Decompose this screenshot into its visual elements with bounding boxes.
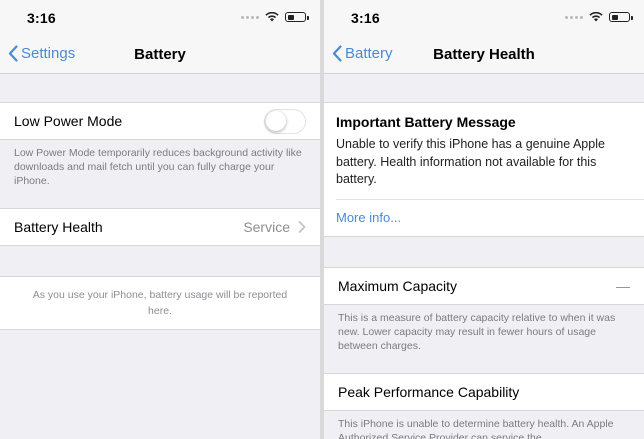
battery-settings-screen: 3:16 Settings Battery Low Power Mode Low…	[0, 0, 320, 439]
status-time: 3:16	[27, 10, 56, 26]
peak-performance-footer: This iPhone is unable to determine batte…	[338, 417, 614, 439]
battery-icon	[285, 12, 309, 22]
back-button[interactable]: Battery	[332, 45, 393, 62]
maximum-capacity-row: Maximum Capacity —	[324, 266, 644, 305]
low-power-mode-label: Low Power Mode	[14, 113, 123, 129]
status-icons	[565, 12, 633, 22]
maximum-capacity-value: —	[616, 277, 630, 294]
status-time: 3:16	[351, 10, 380, 26]
chevron-left-icon	[332, 45, 342, 62]
battery-health-screen: 3:16 Battery Battery Health Important Ba…	[324, 0, 644, 439]
back-button[interactable]: Settings	[8, 45, 75, 62]
low-power-mode-row: Low Power Mode	[0, 102, 320, 140]
low-power-mode-footer: Low Power Mode temporarily reduces backg…	[14, 147, 302, 187]
peak-performance-label: Peak Performance Capability	[338, 383, 520, 400]
battery-health-row[interactable]: Battery Health Service	[0, 208, 320, 246]
maximum-capacity-footer: This is a measure of battery capacity re…	[338, 311, 616, 352]
low-power-mode-toggle[interactable]	[264, 108, 306, 134]
chevron-right-icon	[298, 221, 306, 233]
battery-message-body: Unable to verify this iPhone has a genui…	[336, 137, 605, 186]
navigation-bar: Settings Battery	[0, 34, 320, 74]
battery-message-card: Important Battery Message Unable to veri…	[324, 102, 644, 237]
battery-health-label: Battery Health	[14, 219, 103, 235]
battery-usage-note: As you use your iPhone, battery usage wi…	[0, 276, 320, 330]
back-button-label: Settings	[21, 45, 76, 62]
cellular-signal-icon	[565, 15, 583, 19]
wifi-icon	[265, 12, 279, 22]
status-bar: 3:16	[324, 0, 644, 34]
back-button-label: Battery	[345, 45, 393, 62]
peak-performance-row: Peak Performance Capability	[324, 372, 644, 411]
maximum-capacity-label: Maximum Capacity	[338, 277, 458, 294]
wifi-icon	[589, 12, 603, 22]
battery-icon	[609, 12, 633, 22]
cellular-signal-icon	[241, 15, 259, 19]
status-bar: 3:16	[0, 0, 320, 34]
navigation-bar: Battery Battery Health	[324, 34, 644, 74]
status-icons	[241, 12, 309, 22]
chevron-left-icon	[8, 45, 18, 62]
more-info-link[interactable]: More info...	[336, 198, 644, 236]
battery-message-title: Important Battery Message	[336, 114, 516, 130]
battery-health-value: Service	[243, 219, 290, 235]
